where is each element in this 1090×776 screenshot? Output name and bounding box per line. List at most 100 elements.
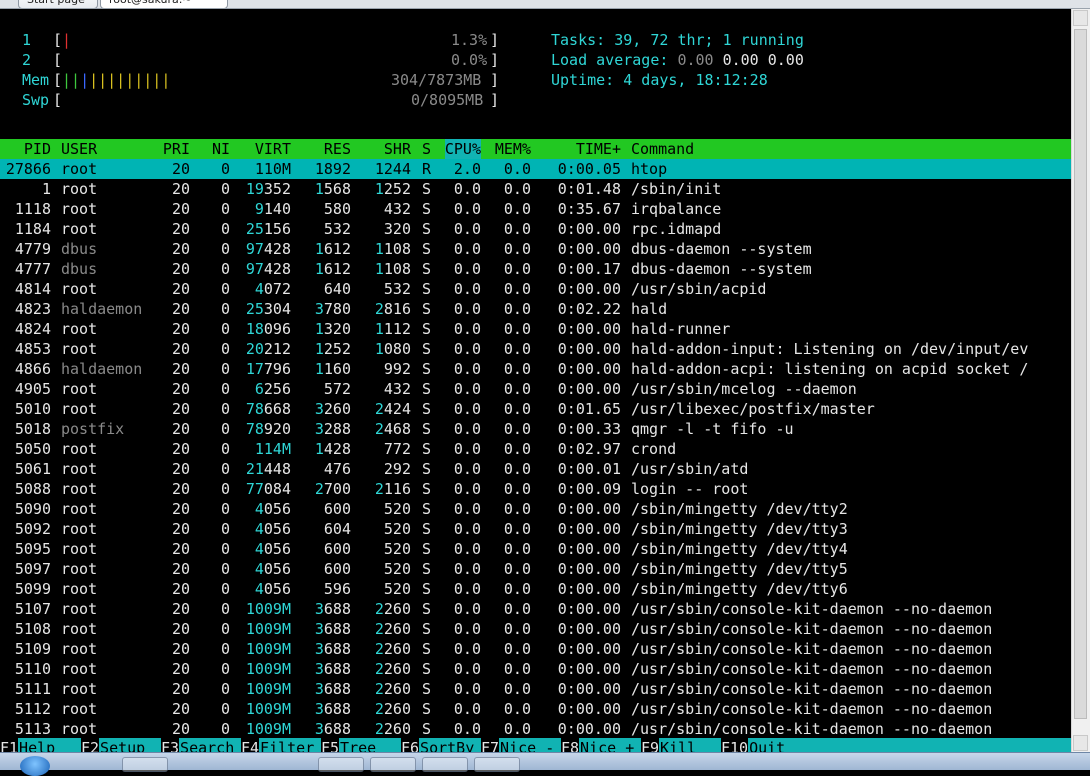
fkey-label-f2[interactable]: Setup [100, 738, 145, 752]
taskbar-item-5[interactable] [474, 757, 520, 772]
process-row[interactable]: 5061 root 20 0 21448 476 292 S 0.0 0.0 0:00.01/usr… [0, 459, 1072, 479]
process-row[interactable]: 5092 root 20 0 4056 604 520 S 0.0 0.0 0:00.00/sbin… [0, 519, 1072, 539]
process-row[interactable]: 5111 root 20 0 1009M 3688 2260 S 0.0 0.0 0:00.00/u… [0, 679, 1072, 699]
process-shr: 292 [383, 460, 411, 478]
process-row[interactable]: 5108 root 20 0 1009M 3688 2260 S 0.0 0.0 0:00.00/u… [0, 619, 1072, 639]
taskbar-item-4[interactable] [422, 757, 468, 772]
scroll-thumb[interactable] [1074, 29, 1087, 719]
process-cpu: 0.0 [453, 400, 481, 418]
process-row[interactable]: 4905 root 20 0 6256 572 432 S 0.0 0.0 0:00.00/usr/… [0, 379, 1072, 399]
tasks-count: 39, [614, 31, 642, 49]
process-pri: 20 [171, 460, 190, 478]
process-row[interactable]: 4823 haldaemon 20 0 25304 3780 2816 S 0.0 0.0 0:02… [0, 299, 1072, 319]
column-header-state[interactable]: S [422, 139, 431, 159]
fkey-f6[interactable]: F6 [401, 738, 420, 752]
fkey-f8[interactable]: F8 [561, 738, 580, 752]
fkey-f5[interactable]: F5 [321, 738, 340, 752]
fkey-label-f9[interactable]: Kill [660, 738, 696, 752]
process-row[interactable]: 5088 root 20 0 77084 2700 2116 S 0.0 0.0 0:00.09 lo… [0, 479, 1072, 499]
fkey-label-f8[interactable]: Nice + [580, 738, 634, 752]
process-user: root [61, 280, 98, 298]
terminal-window[interactable]: 1 [ | 1.3% ] 2 [ 0.0% ] Mem [ ||||||||||… [0, 9, 1072, 752]
column-header-mem[interactable]: MEM% [495, 139, 531, 159]
process-cpu: 0.0 [453, 440, 481, 458]
process-row[interactable]: 27866 root 20 0 110M 1892 1244 R 2.0 0.0 0:00.05 ht… [0, 159, 1072, 179]
process-pid: 4866 [14, 360, 51, 378]
taskbar-item-3[interactable] [370, 757, 416, 772]
column-header-virt[interactable]: VIRT [255, 139, 291, 159]
process-row[interactable]: 5099 root 20 0 4056 596 520 S 0.0 0.0 0:00.00/sbin… [0, 579, 1072, 599]
process-row[interactable]: 5018 postfix 20 0 78920 3288 2468 S 0.0 0.0 0:00.3… [0, 419, 1072, 439]
process-row[interactable]: 5090 root 20 0 4056 600 520 S 0.0 0.0 0:00.00/sbin… [0, 499, 1072, 519]
process-pid: 4814 [14, 280, 51, 298]
process-row[interactable]: 5097 root 20 0 4056 600 520 S 0.0 0.0 0:00.00/sbin… [0, 559, 1072, 579]
taskbar-item-1[interactable] [122, 757, 168, 772]
start-button-icon[interactable] [20, 756, 50, 776]
process-cpu: 0.0 [453, 640, 481, 658]
fkey-label-f1[interactable]: Help [19, 738, 55, 752]
process-row[interactable]: 1118 root 20 0 9140 580 432 S 0.0 0.0 0:35.67 irqba… [0, 199, 1072, 219]
fkey-label-f7[interactable]: Nice - [500, 738, 554, 752]
process-mem: 0.0 [503, 420, 531, 438]
process-row[interactable]: 5010 root 20 0 78668 3260 2424 S 0.0 0.0 0:01.65/u… [0, 399, 1072, 419]
scroll-up-icon[interactable] [1073, 10, 1088, 26]
process-table-header[interactable]: PID USER PRI NI VIRT RES SHR S CPU% MEM% TIME+ Comm… [0, 139, 1072, 159]
process-user: dbus [61, 260, 98, 278]
fkey-label-f5[interactable]: Tree [340, 738, 376, 752]
fkey-f7[interactable]: F7 [481, 738, 500, 752]
fkey-label-f6[interactable]: SortBy [420, 738, 474, 752]
process-row[interactable]: 4824 root 20 0 18096 1320 1112 S 0.0 0.0 0:00.00 ha… [0, 319, 1072, 339]
fkey-f9[interactable]: F9 [641, 738, 660, 752]
column-header-command[interactable]: Command [631, 139, 694, 159]
process-row[interactable]: 5050 root 20 0 114M 1428 772 S 0.0 0.0 0:02.97 cron… [0, 439, 1072, 459]
process-row[interactable]: 4853 root 20 0 20212 1252 1080 S 0.0 0.0 0:00.00 ha… [0, 339, 1072, 359]
tab-terminal[interactable]: root@sakura:~ [100, 0, 228, 8]
taskbar-item-2[interactable] [318, 757, 364, 772]
fkey-label-f3[interactable]: Search [180, 738, 234, 752]
column-header-pid[interactable]: PID [24, 139, 51, 159]
process-res: 3780 [314, 300, 351, 318]
process-row[interactable]: 5110 root 20 0 1009M 3688 2260 S 0.0 0.0 0:00.00/u… [0, 659, 1072, 679]
process-state: S [421, 500, 431, 518]
tab-start-page[interactable]: Start page [18, 0, 98, 8]
fkey-f2[interactable]: F2 [81, 738, 100, 752]
swp-bracket-open: [ [53, 91, 63, 109]
column-header-shr[interactable]: SHR [384, 139, 411, 159]
process-cpu: 0.0 [453, 240, 481, 258]
process-state: S [421, 460, 431, 478]
process-row[interactable]: 5109 root 20 0 1009M 3688 2260 S 0.0 0.0 0:00.00/u… [0, 639, 1072, 659]
fkey-label-f10[interactable]: Quit [749, 738, 785, 752]
process-row[interactable]: 4779 dbus 20 0 97428 1612 1108 S 0.0 0.0 0:00.00 db… [0, 239, 1072, 259]
column-header-pri[interactable]: PRI [163, 139, 190, 159]
scroll-down-icon[interactable] [1073, 735, 1088, 751]
process-row[interactable]: 4814 root 20 0 4072 640 532 S 0.0 0.0 0:00.00/usr/… [0, 279, 1072, 299]
process-row[interactable]: 5113 root 20 0 1009M 3688 2260 S 0.0 0.0 0:00.00/u… [0, 719, 1072, 739]
column-header-user[interactable]: USER [61, 139, 97, 159]
fkey-label-f4[interactable]: Filter [260, 738, 314, 752]
process-pri: 20 [171, 220, 190, 238]
process-ni: 0 [220, 260, 230, 278]
process-row[interactable]: 1 root 20 0 19352 1568 1252 S 0.0 0.0 0:01.48/sbin… [0, 179, 1072, 199]
column-header-ni[interactable]: NI [212, 139, 230, 159]
fkey-f10[interactable]: F10 [721, 738, 749, 752]
fkey-f1[interactable]: F1 [0, 738, 19, 752]
process-state: S [421, 620, 431, 638]
vertical-scrollbar[interactable] [1071, 9, 1090, 752]
process-user: root [61, 660, 98, 678]
process-shr: 2260 [374, 640, 411, 658]
column-header-time[interactable]: TIME+ [576, 139, 621, 159]
process-row[interactable]: 4777 dbus 20 0 97428 1612 1108 S 0.0 0.0 0:00.17 db… [0, 259, 1072, 279]
process-row[interactable]: 4866 haldaemon 20 0 17796 1160 992 S 0.0 0.0 0:00.… [0, 359, 1072, 379]
process-res: 600 [323, 560, 351, 578]
column-header-res[interactable]: RES [324, 139, 351, 159]
fkey-f3[interactable]: F3 [161, 738, 180, 752]
process-time: 0:01.65 [557, 400, 621, 418]
column-header-cpu[interactable]: CPU% [444, 139, 481, 159]
process-ni: 0 [220, 400, 230, 418]
process-row[interactable]: 1184 root 20 0 25156 532 320 S 0.0 0.0 0:00.00 rpc.… [0, 219, 1072, 239]
process-state: S [421, 340, 431, 358]
process-row[interactable]: 5095 root 20 0 4056 600 520 S 0.0 0.0 0:00.00/sbin… [0, 539, 1072, 559]
process-row[interactable]: 5112 root 20 0 1009M 3688 2260 S 0.0 0.0 0:00.00/u… [0, 699, 1072, 719]
process-row[interactable]: 5107 root 20 0 1009M 3688 2260 S 0.0 0.0 0:00.00/u… [0, 599, 1072, 619]
fkey-f4[interactable]: F4 [241, 738, 260, 752]
